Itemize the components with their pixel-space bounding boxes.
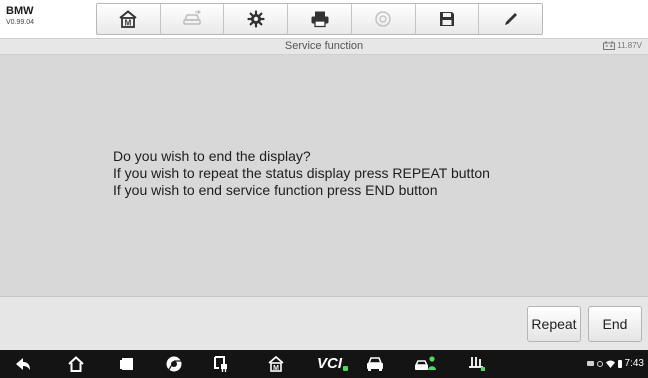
voltage-value: 11.87V [617,41,642,50]
tools-icon [469,357,485,371]
back-button[interactable] [14,355,32,373]
print-button[interactable] [288,4,352,34]
help-button[interactable] [352,4,416,34]
autel-home-button[interactable]: M [267,355,285,373]
status-area: 7:43 [586,358,644,369]
message-line: If you wish to repeat the status display… [113,165,490,181]
vci-status[interactable]: VCI [317,355,342,372]
tech-support-button[interactable] [414,355,438,373]
recent-apps-button[interactable] [118,355,136,373]
data-manager-button[interactable] [467,355,487,373]
message-line: Do you wish to end the display? [113,148,311,164]
message-text: Do you wish to end the display? If you w… [113,148,490,199]
settings-button[interactable] [224,4,289,34]
vehicle-brand: BMW V0.99.04 [6,5,35,27]
remote-button[interactable] [212,354,232,374]
brand-name: BMW [6,5,34,17]
home-icon [68,356,84,372]
browser-icon [166,356,182,372]
title-bar: Service function 11.87V [0,38,648,55]
save-icon [439,12,454,26]
remote-plug-icon [214,356,227,372]
recent-apps-icon [120,358,133,370]
vehicle-swap-icon [183,10,202,25]
car-icon [367,357,383,371]
svg-text:M: M [125,19,132,28]
alarm-icon [596,360,603,367]
browser-button[interactable] [165,355,183,373]
pen-icon [504,13,517,25]
gear-icon [247,10,265,28]
battery-voltage: 11.87V [603,41,642,50]
top-toolbar: BMW V0.99.04 M [0,0,648,38]
repeat-button[interactable]: Repeat [527,306,581,342]
system-nav-bar: M VCI 7:43 [0,350,648,378]
android-home-button[interactable] [67,355,85,373]
edit-button[interactable] [479,4,542,34]
software-version: V0.99.04 [6,19,35,26]
home-m-icon: M [268,355,284,372]
message-panel: Do you wish to end the display? If you w… [0,55,648,296]
save-button[interactable] [416,4,480,34]
home-button[interactable]: M [97,4,161,34]
vehicle-button[interactable] [365,355,385,373]
back-arrow-icon [16,358,30,370]
printer-icon [311,11,329,28]
help-icon [375,11,391,27]
wifi-icon [605,360,615,368]
vehicle-swap-button[interactable] [161,4,225,34]
battery-icon [617,359,622,368]
home-m-icon: M [119,10,137,28]
notification-icon [586,361,594,366]
page-title: Service function [284,40,364,52]
svg-text:M: M [273,365,279,372]
battery-icon [603,41,616,50]
action-bar: Repeat End [0,296,648,350]
toolbar-buttons: M [96,3,543,35]
clock: 7:43 [624,358,644,369]
car-person-icon [414,356,436,370]
vci-connected-indicator [343,366,348,371]
end-button[interactable]: End [588,306,642,342]
message-line: If you wish to end service function pres… [113,182,438,198]
